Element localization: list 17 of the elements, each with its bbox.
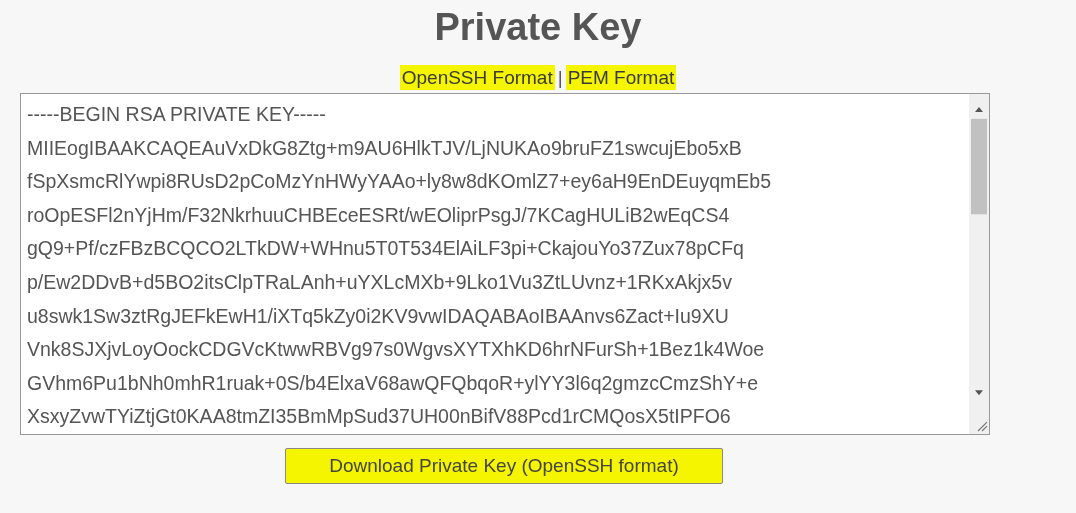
key-text-line: XsxyZvwTYiZtjGt0KAA8tmZI35BmMpSud37UH00nBifV88Pcd1rCMQosX5tIPFO6 [27,404,732,430]
download-button[interactable]: Download Private Key (OpenSSH format) [285,448,723,484]
key-text-line: GVhm6Pu1bNh0mhR1ruak+0S/b4ElxaV68awQFQbqoR+ylYY3l6q2gmzcCmzShY+e [27,370,760,396]
page-title: Private Key [433,5,643,50]
link-separator: | [556,67,564,88]
format-link[interactable]: PEM Format [565,65,677,90]
key-text-line: u8swk1Sw3ztRgJEFkEwH1/iXTq5kZy0i2KV9vwIDAQABAoIBAAnvs6Zact+Iu9XU [27,303,730,329]
scrollbar-drawing[interactable] [969,94,989,434]
key-text-line: MIIEogIBAAKCAQEAuVxDkG8Ztg+m9AU6HlkTJV/LjNUKAo9bruFZ1swcujEbo5xB [27,135,743,161]
key-text-area[interactable] [20,93,990,435]
key-text-line: roOpESFl2nYjHm/F32NkrhuuCHBEceESRt/wEOliprPsgJ/7KCagHULiB2wEqCS4 [27,202,731,228]
key-text-line: fSpXsmcRlYwpi8RUsD2pCoMzYnHWyYAAo+ly8w8dKOmlZ7+ey6aH9EnDEuyqmEb5 [27,169,772,195]
format-link[interactable]: OpenSSH Format [399,65,555,90]
key-text-line: Vnk8SJXjvLoyOockCDGVcKtwwRBVg97s0WgvsXYTXhKD6hrNFurSh+1Bez1k4Woe [27,337,766,363]
key-text-line: -----BEGIN RSA PRIVATE KEY----- [27,102,327,127]
key-text-line: gQ9+Pf/czFBzBCQCO2LTkDW+WHnu5T0T534ElAiLF3pi+CkajouYo37Zux78pCFq [27,236,745,262]
key-text-line: p/Ew2DDvB+d5BO2itsClpTRaLAnh+uYXLcMXb+9Lko1Vu3ZtLUvnz+1RKxAkjx5v [27,269,733,295]
